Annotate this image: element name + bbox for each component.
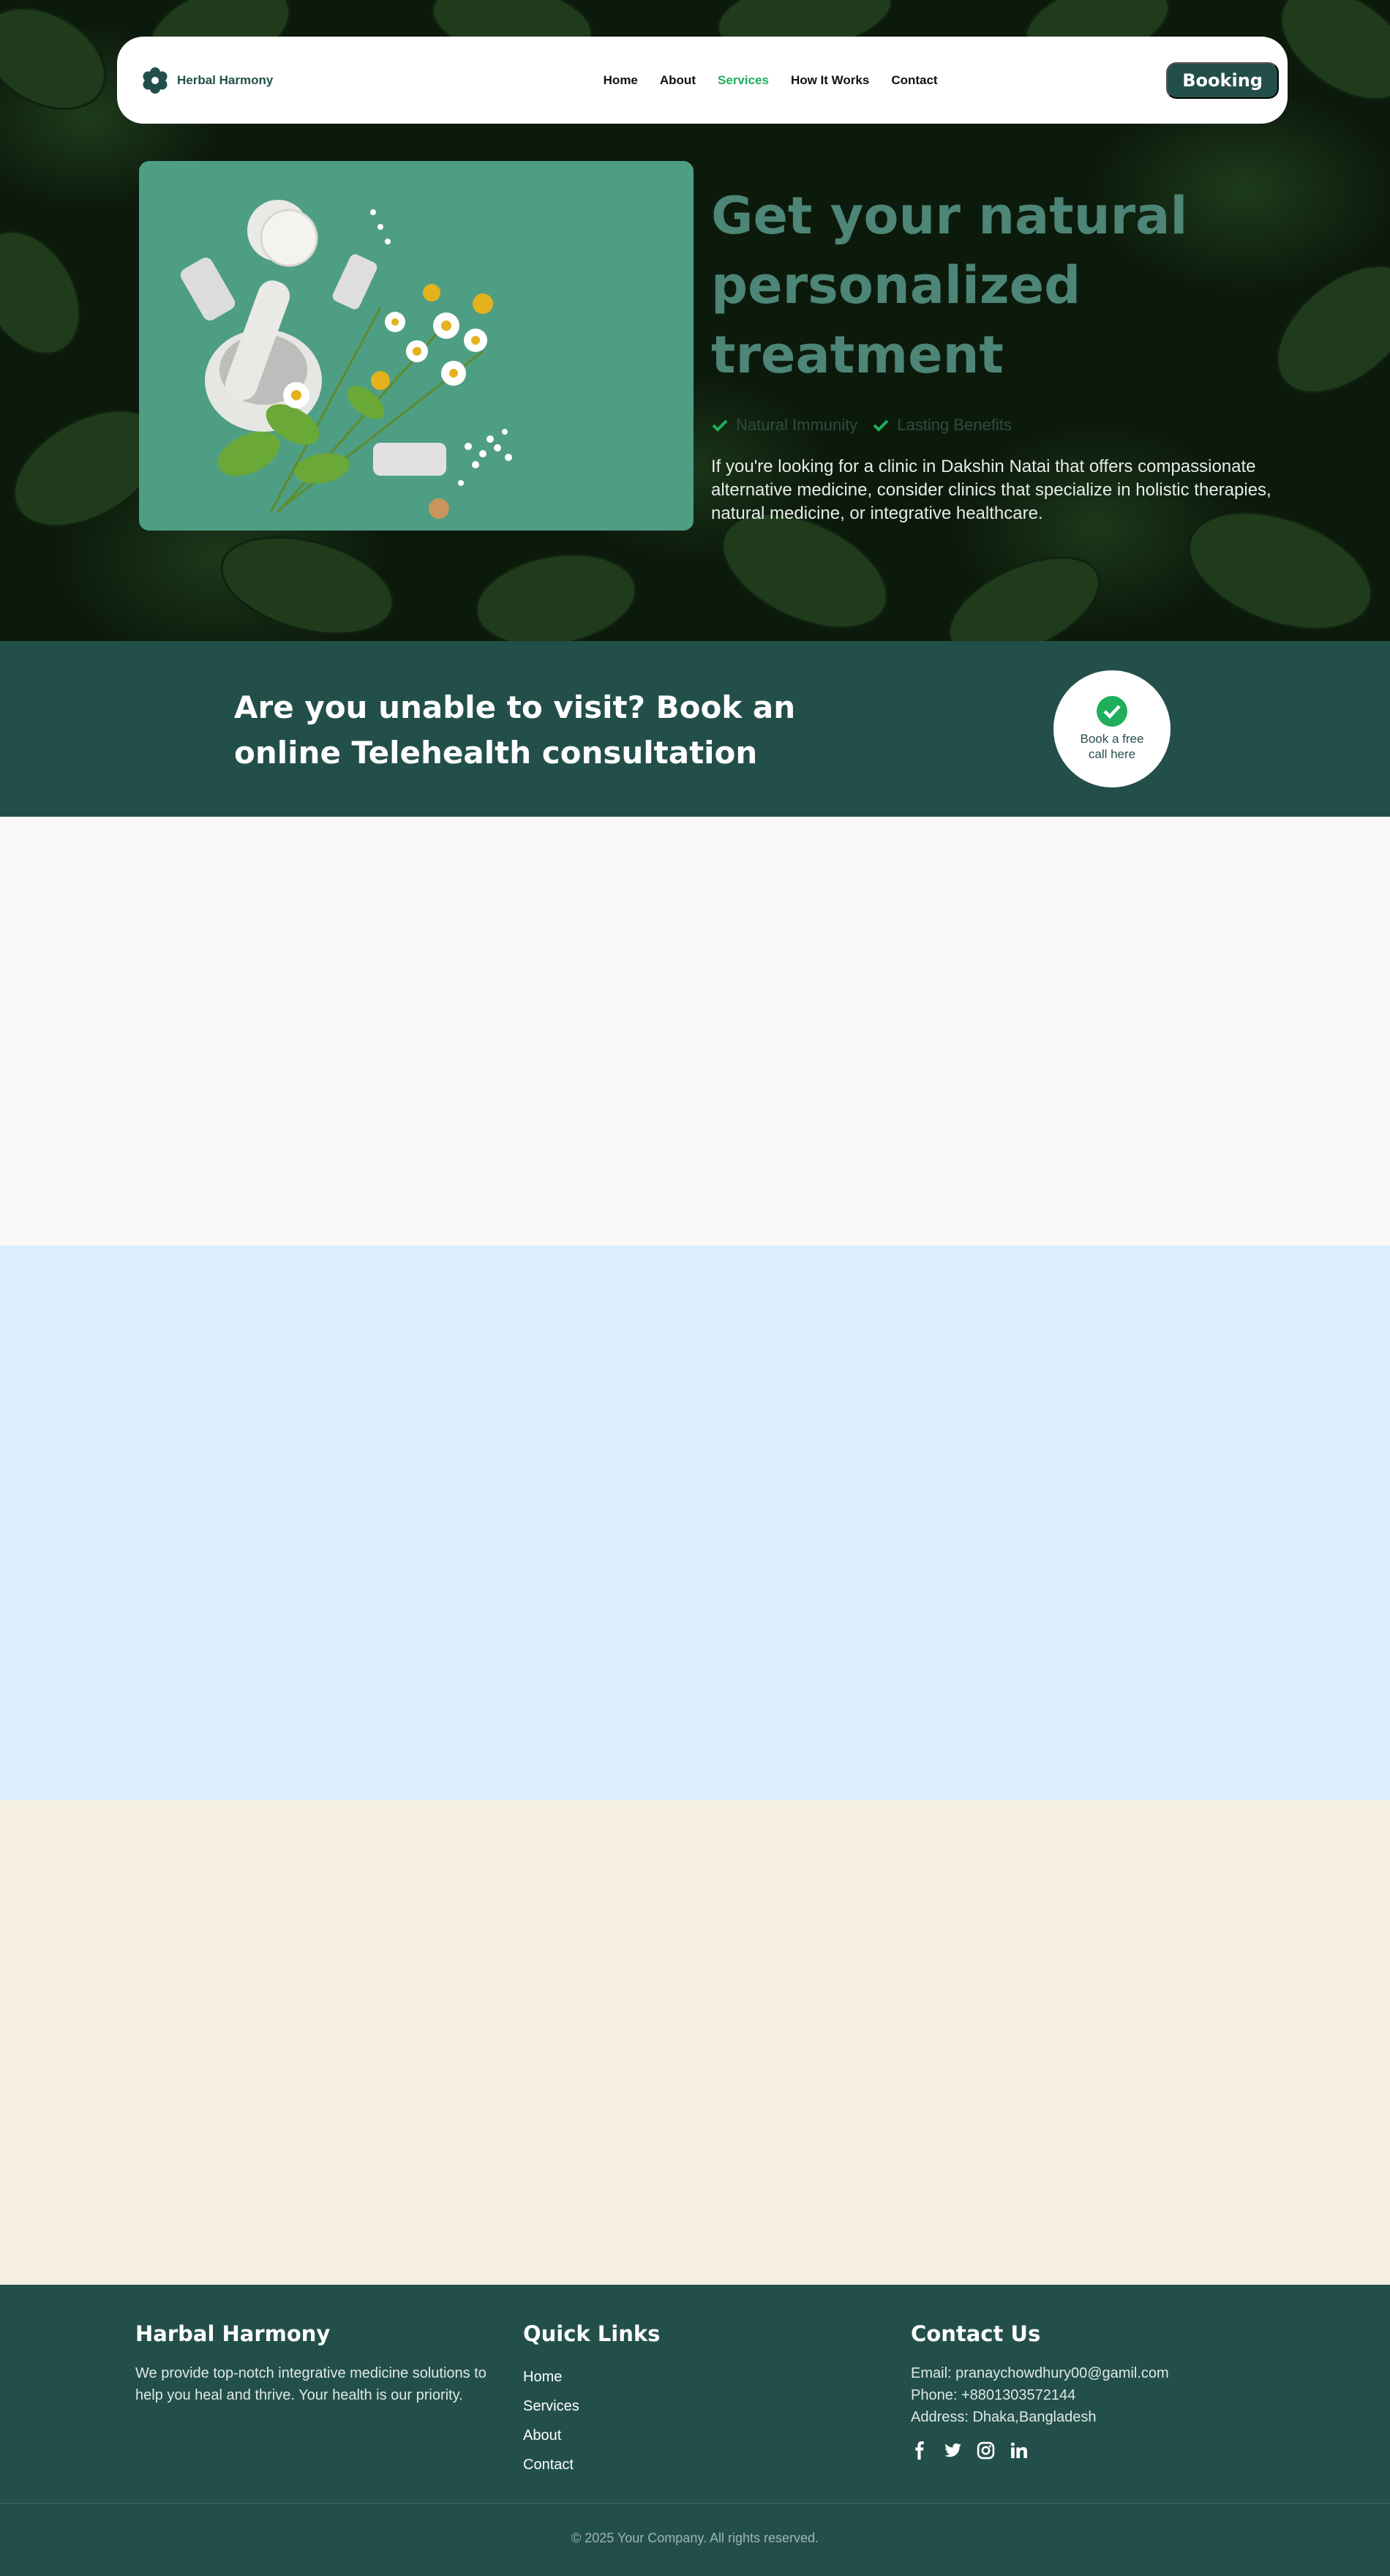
- linkedin-icon[interactable]: [1010, 2441, 1028, 2460]
- copyright: © 2025 Your Company. All rights reserved…: [571, 2531, 819, 2545]
- nav-link-about[interactable]: About: [660, 73, 696, 88]
- flower-logo-icon: [143, 67, 168, 94]
- badge-label: Natural Immunity: [736, 416, 858, 434]
- footer-contact-heading: Contact Us: [911, 2321, 1041, 2346]
- badge-natural-immunity: Natural Immunity: [711, 416, 857, 435]
- footer-contact: Contact Us Email: pranaychowdhury00@gami…: [911, 2321, 1277, 2460]
- footer-about-text: We provide top-notch integrative medicin…: [135, 2365, 487, 2403]
- footer-link-services[interactable]: Services: [523, 2392, 660, 2421]
- check-icon: [712, 419, 728, 432]
- empty-section-cream: [0, 817, 1390, 1246]
- check-icon: [873, 419, 889, 432]
- footer-quick-links: Quick Links Home Services About Contact: [523, 2321, 660, 2479]
- herbal-remedy-illustration: [139, 161, 694, 531]
- nav-links: Home About Services How It Works Contact: [375, 73, 1166, 88]
- nav-link-contact[interactable]: Contact: [891, 73, 937, 88]
- navbar: Herbal Harmony Home About Services How I…: [117, 37, 1288, 124]
- booking-button[interactable]: Booking: [1166, 61, 1279, 99]
- facebook-icon[interactable]: [911, 2441, 929, 2460]
- nav-link-home[interactable]: Home: [604, 73, 638, 88]
- hero-image: [139, 161, 694, 531]
- empty-section-blue: [0, 1246, 1390, 1800]
- footer-address: Address: Dhaka,Bangladesh: [911, 2409, 1097, 2425]
- telehealth-title: Are you unable to visit? Book an online …: [234, 689, 796, 771]
- footer-quick-links-heading: Quick Links: [523, 2321, 661, 2346]
- hero-badges: Natural Immunity Lasting Benefits: [711, 416, 1012, 435]
- badge-label: Lasting Benefits: [897, 416, 1012, 434]
- footer-link-about[interactable]: About: [523, 2421, 660, 2450]
- footer-divider: [0, 2503, 1390, 2504]
- check-circle-icon: [1097, 696, 1127, 727]
- instagram-icon[interactable]: [977, 2441, 995, 2460]
- empty-section-sand: [0, 1800, 1390, 2285]
- hero-section: Herbal Harmony Home About Services How I…: [0, 0, 1390, 641]
- hero-title: Get your natural personalized treatment: [711, 186, 1188, 385]
- twitter-icon[interactable]: [944, 2441, 962, 2460]
- footer: Harbal Harmony We provide top-notch inte…: [0, 2285, 1390, 2576]
- footer-phone: Phone: +8801303572144: [911, 2387, 1076, 2403]
- footer-about-heading: Harbal Harmony: [135, 2321, 331, 2346]
- badge-lasting-benefits: Lasting Benefits: [872, 416, 1012, 435]
- book-call-button[interactable]: Book a free call here: [1053, 670, 1171, 787]
- footer-about: Harbal Harmony We provide top-notch inte…: [135, 2321, 501, 2406]
- nav-link-how-it-works[interactable]: How It Works: [791, 73, 869, 88]
- footer-link-contact[interactable]: Contact: [523, 2450, 660, 2479]
- nav-link-services[interactable]: Services: [718, 73, 769, 88]
- footer-link-home[interactable]: Home: [523, 2362, 660, 2392]
- book-call-label: Book a free call here: [1080, 732, 1144, 761]
- brand-name: Herbal Harmony: [177, 72, 274, 87]
- hero-description: If you're looking for a clinic in Dakshi…: [711, 457, 1271, 523]
- telehealth-section: Are you unable to visit? Book an online …: [0, 641, 1390, 817]
- footer-email: Email: pranaychowdhury00@gamil.com: [911, 2365, 1169, 2381]
- social-links: [911, 2441, 1277, 2460]
